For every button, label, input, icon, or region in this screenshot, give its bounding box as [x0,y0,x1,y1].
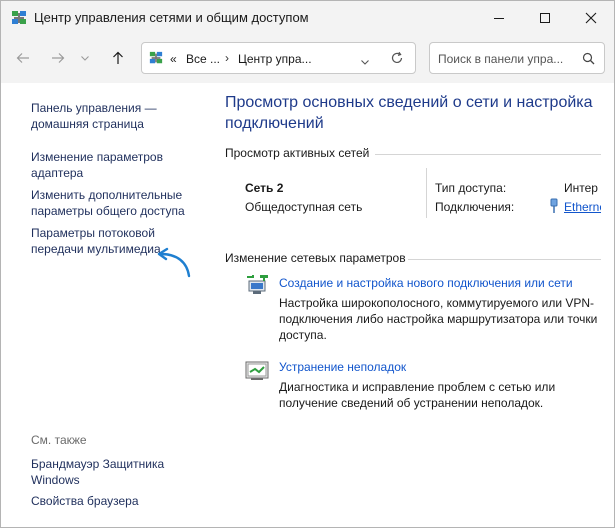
sidebar-link-line: Изменить дополнительные [31,188,183,202]
sidebar-link-media-streaming[interactable]: Параметры потоковой передачи мультимедиа [31,225,161,257]
window: Центр управления сетями и общим доступом [0,0,615,528]
annotation-arrow-icon [157,247,191,278]
sidebar-link-line: параметры общего доступа [31,204,185,218]
chevron-down-icon [81,56,89,61]
title-bar: Центр управления сетями и общим доступом [1,1,614,35]
active-networks-header: Просмотр активных сетей [225,146,370,160]
breadcrumb-network-center[interactable]: Центр упра... [238,52,312,66]
troubleshoot-icon [245,360,269,387]
network-divider [426,168,427,218]
up-button[interactable] [105,45,131,71]
sidebar-link-control-panel-home[interactable]: Панель управления — домашняя страница [31,100,157,132]
page-title: Просмотр основных сведений о сети и наст… [225,94,593,132]
address-dropdown-button[interactable] [360,54,370,72]
network-type: Общедоступная сеть [245,200,363,214]
new-connection-description: Настройка широкополосного, коммутируемог… [279,296,598,342]
chevron-down-icon [361,60,369,65]
change-settings-header: Изменение сетевых параметров [225,251,406,265]
sidebar-link-line: передачи мультимедиа [31,242,161,256]
new-connection-link[interactable]: Создание и настройка нового подключения … [279,276,573,290]
recent-locations-button[interactable] [75,45,95,71]
section-divider [375,154,601,155]
ethernet-icon [549,198,559,219]
breadcrumb-overflow[interactable]: « [170,52,177,66]
breadcrumb-separator-icon: › [225,51,229,65]
sidebar-link-line: Свойства браузера [31,494,139,508]
refresh-icon [391,51,403,64]
connections-label: Подключения: [435,200,515,214]
section-divider [408,259,601,260]
sidebar-link-line: Панель управления — [31,101,157,115]
sidebar-link-line: Параметры потоковой [31,226,155,240]
sidebar-link-advanced-sharing[interactable]: Изменить дополнительные параметры общего… [31,187,185,219]
control-panel-icon [149,51,163,70]
network-center-icon [11,10,27,31]
sidebar-link-line: Брандмауэр Защитника [31,457,165,471]
maximize-button[interactable] [522,1,568,35]
maximize-icon [540,13,550,23]
breadcrumb-all[interactable]: Все ... [186,52,220,66]
see-also-label: См. также [31,433,87,447]
sidebar-link-browser-properties[interactable]: Свойства браузера [31,493,139,509]
navigation-bar: « Все ... › Центр упра... Поиск в панели… [1,35,614,83]
forward-button[interactable] [45,45,71,71]
new-connection-icon [245,273,269,302]
sidebar-link-line: Windows [31,473,80,487]
access-type-label: Тип доступа: [435,181,507,195]
minimize-icon [494,18,504,19]
ethernet-connection-link[interactable]: Etherne [564,200,601,214]
close-button[interactable] [568,1,614,35]
arrow-left-icon [16,53,29,63]
close-icon [585,12,597,24]
arrow-right-icon [52,53,65,63]
search-icon[interactable] [582,52,595,70]
window-title: Центр управления сетями и общим доступом [34,10,309,25]
arrow-up-icon [113,51,123,64]
refresh-button[interactable] [390,51,404,70]
sidebar-link-line: домашняя страница [31,117,144,131]
troubleshoot-description: Диагностика и исправление проблем с сеть… [279,380,556,410]
sidebar-link-line: адаптера [31,166,84,180]
sidebar-link-line: Изменение параметров [31,150,163,164]
access-type-value: Интер [564,181,598,195]
address-bar[interactable]: « Все ... › Центр упра... [141,42,416,74]
search-box[interactable]: Поиск в панели упра... [429,42,605,74]
sidebar-link-adapter-settings[interactable]: Изменение параметров адаптера [31,149,163,181]
sidebar-link-firewall[interactable]: Брандмауэр Защитника Windows [31,456,164,488]
back-button[interactable] [10,45,36,71]
minimize-button[interactable] [476,1,522,35]
search-placeholder: Поиск в панели упра... [438,52,564,66]
network-name: Сеть 2 [245,181,284,195]
troubleshoot-link[interactable]: Устранение неполадок [279,360,406,374]
